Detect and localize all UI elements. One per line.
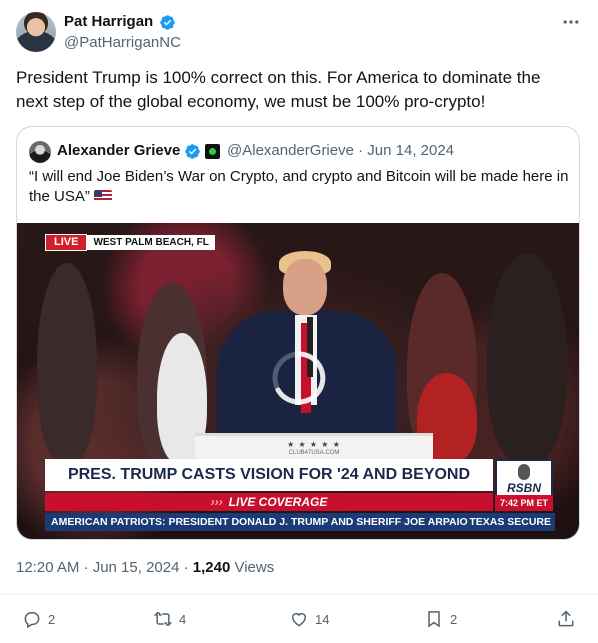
- reply-icon: [24, 612, 40, 629]
- live-coverage-strip: ››› LIVE COVERAGE: [45, 493, 493, 511]
- bookmark-count: 2: [450, 611, 458, 627]
- podium-stars: ★ ★ ★ ★ ★: [287, 440, 341, 449]
- bookmark-button[interactable]: 2: [424, 609, 457, 629]
- tweet-text: President Trump is 100% correct on this.…: [16, 68, 541, 111]
- live-coverage-label: LIVE COVERAGE: [228, 495, 328, 509]
- author-avatar[interactable]: [16, 12, 56, 52]
- video-player[interactable]: ★ ★ ★ ★ ★ CLUB47USA.COM LIVE WEST PALM B…: [17, 223, 579, 539]
- views-label: Views: [230, 559, 275, 576]
- tweet-timestamp[interactable]: 12:20 AM · Jun 15, 2024 · 1,240 Views: [16, 558, 274, 578]
- timestamp-text[interactable]: 12:20 AM · Jun 15, 2024 ·: [16, 559, 193, 576]
- speaker-head: [283, 259, 327, 315]
- live-tag: LIVE: [45, 234, 88, 251]
- network-logo: RSBN 7:42 PM ET: [495, 459, 553, 511]
- location-tag: WEST PALM BEACH, FL: [87, 235, 215, 250]
- affiliation-badge-icon: [205, 144, 220, 159]
- reply-count: 2: [48, 611, 56, 627]
- bookmark-icon: [428, 611, 440, 628]
- verified-icon: [160, 15, 175, 30]
- ticker-right-text: TEXAS SECURE: [469, 516, 551, 528]
- share-button[interactable]: [556, 609, 576, 629]
- podium-url: CLUB47USA.COM: [288, 450, 340, 456]
- repost-count: 4: [179, 611, 187, 627]
- repost-icon: [153, 611, 173, 627]
- reply-button[interactable]: 2: [22, 609, 55, 629]
- quote-author-avatar[interactable]: [29, 141, 51, 163]
- views-count: 1,240: [192, 559, 231, 576]
- crowd-figure: [37, 263, 97, 463]
- ticker-left-text: AMERICAN PATRIOTS: PRESIDENT DONALD J. T…: [51, 516, 468, 528]
- network-name: RSBN: [506, 481, 541, 495]
- flag-us-icon: [93, 190, 112, 202]
- live-arrows: ›››: [210, 495, 223, 509]
- lower-third: PRES. TRUMP CASTS VISION FOR '24 AND BEY…: [45, 459, 493, 491]
- quote-text: “I will end Joe Biden’s War on Crypto, a…: [29, 167, 569, 207]
- broadcast-headline: PRES. TRUMP CASTS VISION FOR '24 AND BEY…: [67, 466, 471, 483]
- like-count: 14: [315, 611, 330, 627]
- author-handle[interactable]: @PatHarriganNC: [64, 33, 181, 53]
- like-icon: [292, 613, 306, 627]
- quoted-tweet[interactable]: Alexander Grieve @AlexanderGrieve · Jun …: [16, 126, 580, 540]
- author-name[interactable]: Pat Harrigan: [64, 12, 153, 32]
- loading-spinner-icon: [272, 351, 326, 405]
- verified-icon: [185, 144, 200, 159]
- crowd-figure: [487, 253, 567, 463]
- action-bar: 2 4 14 2: [0, 594, 598, 643]
- repost-button[interactable]: 4: [153, 609, 186, 629]
- microphone-icon: [518, 464, 530, 480]
- quote-author-name[interactable]: Alexander Grieve: [57, 141, 180, 161]
- share-icon: [558, 610, 574, 627]
- more-icon[interactable]: [561, 12, 581, 32]
- live-banner: LIVE WEST PALM BEACH, FL: [45, 234, 215, 251]
- quote-handle-date: @AlexanderGrieve · Jun 14, 2024: [227, 142, 455, 159]
- broadcast-time: 7:42 PM ET: [495, 495, 553, 511]
- like-button[interactable]: 14: [289, 609, 329, 629]
- news-ticker: AMERICAN PATRIOTS: PRESIDENT DONALD J. T…: [45, 513, 555, 531]
